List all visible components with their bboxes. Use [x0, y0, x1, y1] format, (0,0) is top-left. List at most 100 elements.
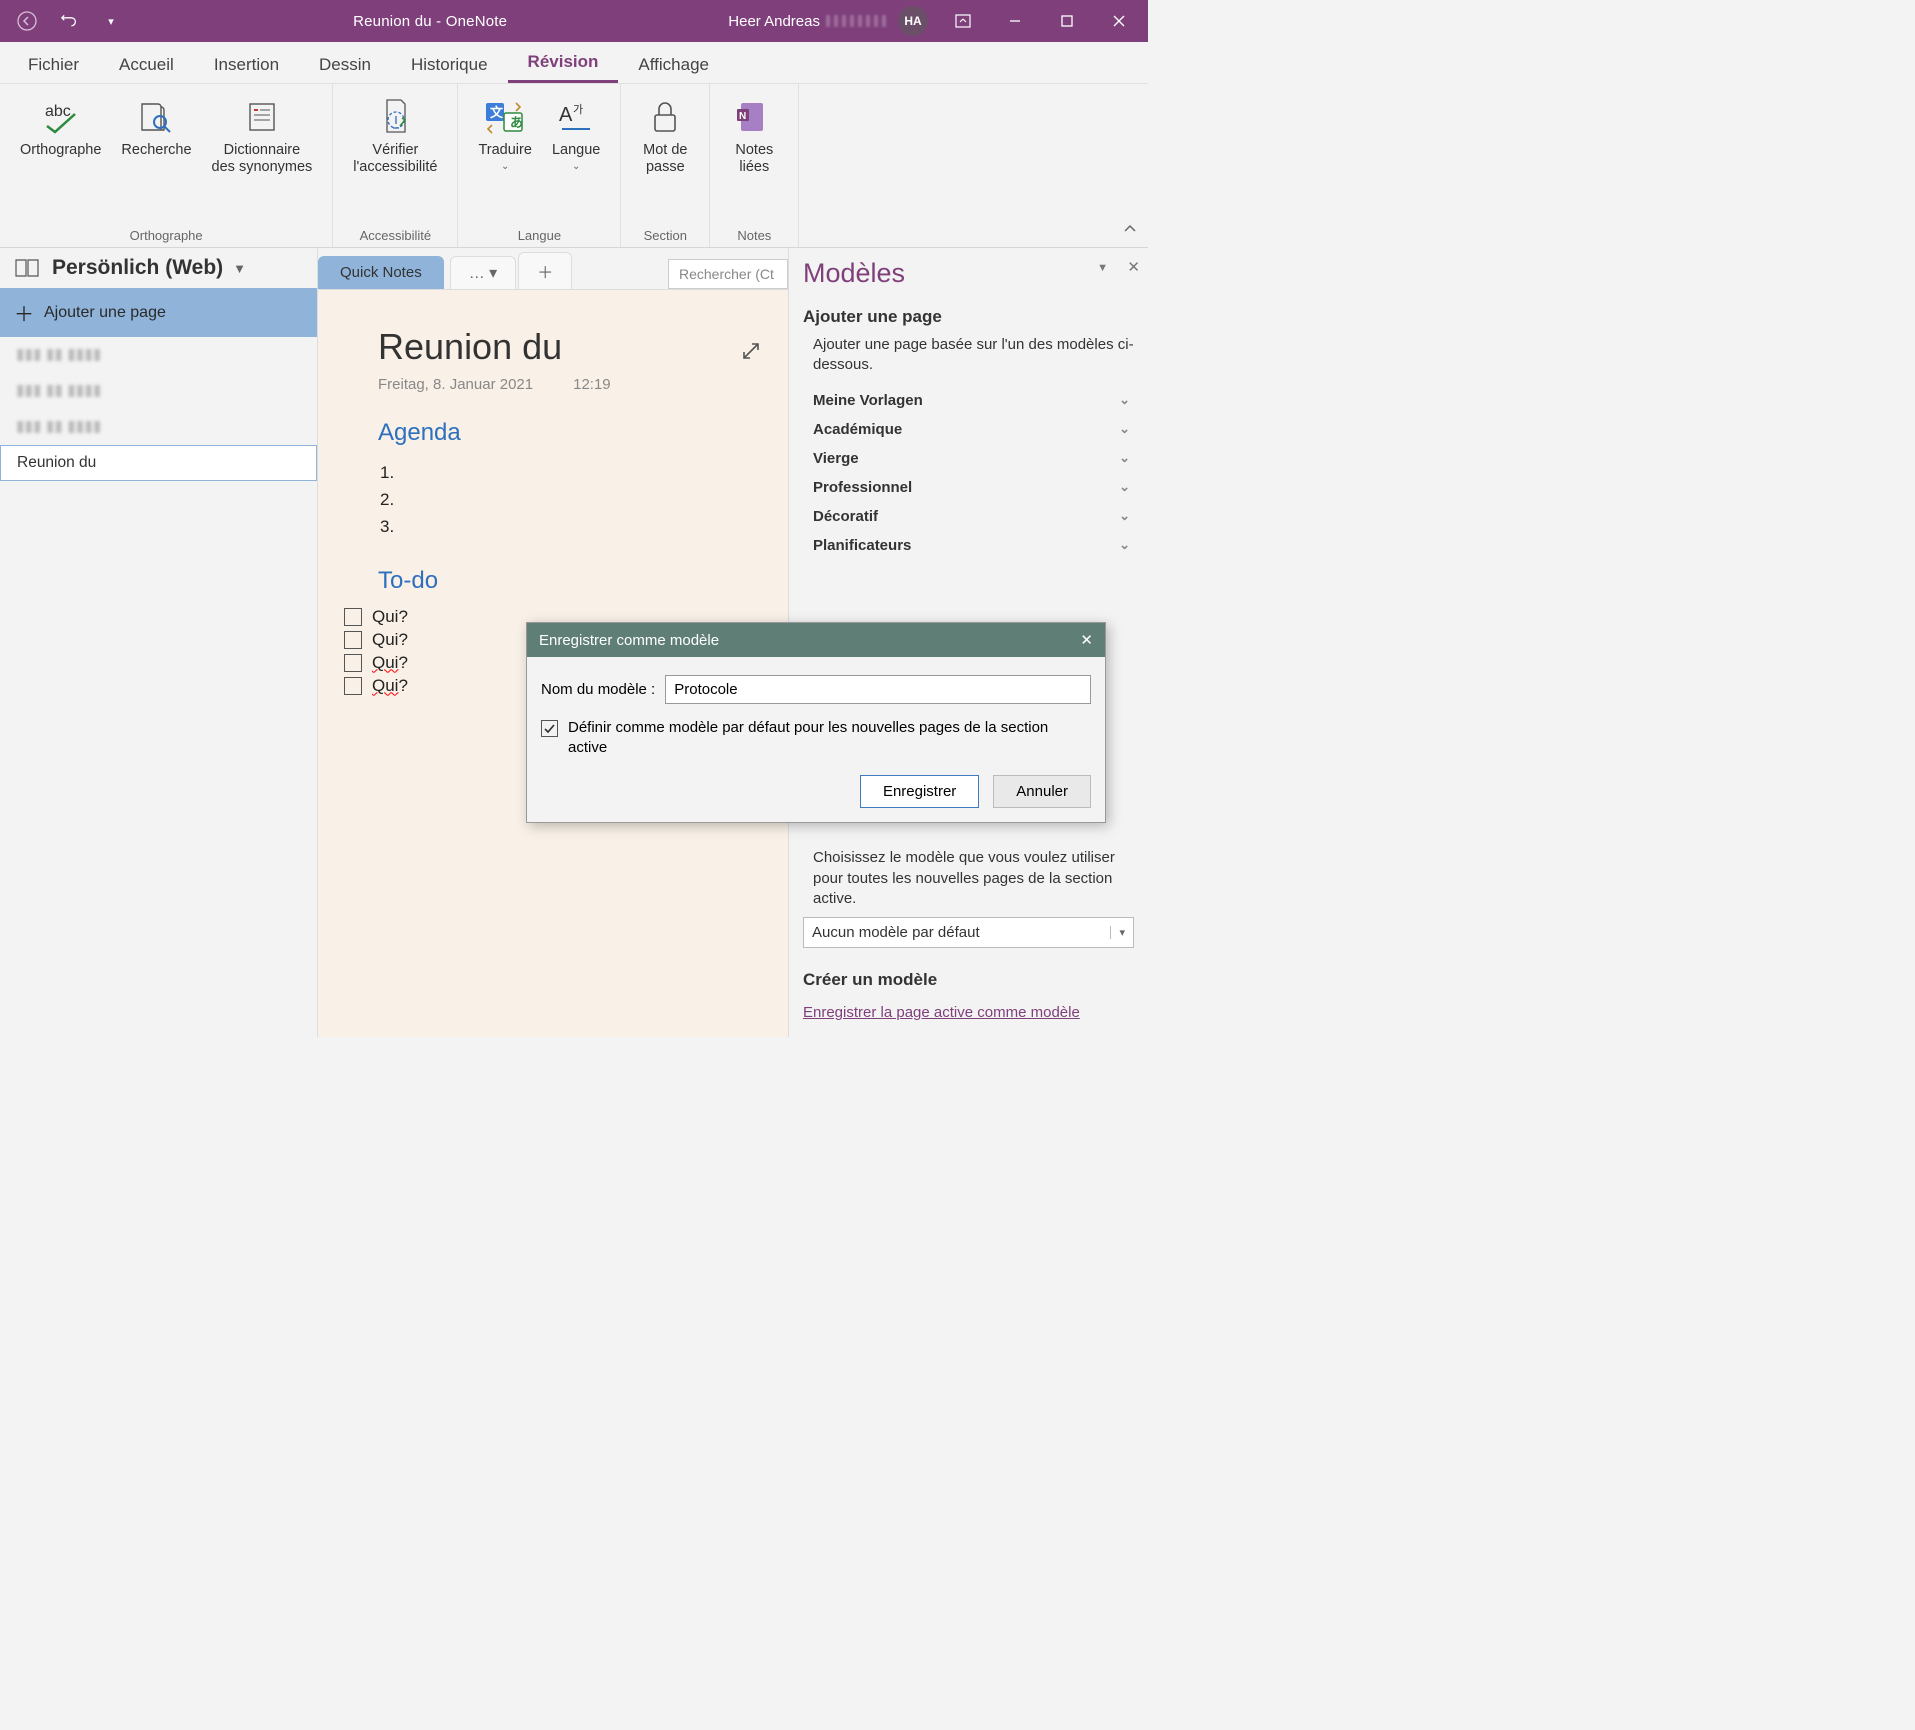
add-page-button[interactable]: ＋ Ajouter une page	[0, 288, 317, 337]
page-title[interactable]: Reunion du	[378, 326, 728, 368]
pane-options-button[interactable]: ▼	[1097, 262, 1108, 274]
chevron-down-icon: ⌄	[1119, 421, 1130, 437]
pane-close-button[interactable]: ✕	[1127, 258, 1140, 276]
ribbon-translate-button[interactable]: 文あTraduire⌄	[468, 88, 541, 226]
ribbon-recherche-button[interactable]: Recherche	[111, 88, 201, 226]
back-button[interactable]	[6, 0, 48, 42]
chevron-down-icon: ▾	[1110, 926, 1125, 939]
page-list-item[interactable]: Reunion du	[0, 445, 317, 481]
chevron-down-icon: ⌄	[572, 161, 580, 172]
dialog-close-button[interactable]: ✕	[1080, 631, 1093, 649]
ribbon-tab-accueil[interactable]: Accueil	[99, 47, 194, 83]
template-category[interactable]: Académique⌄	[803, 415, 1134, 444]
fullscreen-icon[interactable]	[740, 340, 762, 362]
todo-heading[interactable]: To-do	[378, 567, 728, 595]
checkbox-icon	[541, 720, 558, 737]
ribbon-tab-historique[interactable]: Historique	[391, 47, 508, 83]
templates-add-page-heading: Ajouter une page	[803, 307, 1134, 327]
dialog-titlebar: Enregistrer comme modèle ✕	[527, 623, 1105, 657]
ribbon-tab-fichier[interactable]: Fichier	[8, 47, 99, 83]
ribbon-accessibility-button[interactable]: Vérifierl'accessibilité	[343, 88, 447, 226]
chevron-down-icon: ⌄	[501, 161, 509, 172]
page-list-item[interactable]: ▮▮▮ ▮▮ ▮▮▮▮	[0, 373, 317, 409]
checkbox-icon[interactable]	[344, 608, 362, 626]
list-item[interactable]: 2.	[380, 486, 728, 513]
section-tab-quicknotes[interactable]: Quick Notes	[318, 256, 444, 289]
svg-text:あ: あ	[510, 115, 523, 130]
ribbon-orthographe-button[interactable]: abcOrthographe	[10, 88, 111, 226]
ribbon-group-accessibilité: Vérifierl'accessibilitéAccessibilité	[333, 84, 458, 247]
template-category[interactable]: Décoratif⌄	[803, 502, 1134, 531]
undo-button[interactable]	[48, 0, 90, 42]
search-input[interactable]: Rechercher (Ct	[668, 259, 788, 289]
ribbon-linked-notes-button[interactable]: NNotesliées	[720, 88, 788, 226]
agenda-list[interactable]: 1.2.3.	[380, 459, 728, 541]
template-name-label: Nom du modèle :	[541, 681, 655, 698]
notebook-name: Persönlich (Web)	[52, 256, 223, 280]
language-icon: A가	[552, 96, 600, 138]
translate-icon: 文あ	[481, 96, 529, 138]
user-name[interactable]: Heer Andreas	[728, 13, 820, 30]
template-category[interactable]: Planificateurs⌄	[803, 531, 1134, 560]
section-tab-more[interactable]: … ▾	[450, 256, 516, 289]
chevron-down-icon: ▼	[233, 261, 246, 276]
ribbon-tab-insertion[interactable]: Insertion	[194, 47, 299, 83]
ribbon-group-label: Section	[644, 226, 687, 245]
template-category[interactable]: Professionnel⌄	[803, 473, 1134, 502]
save-template-dialog: Enregistrer comme modèle ✕ Nom du modèle…	[526, 622, 1106, 823]
templates-create-heading: Créer un modèle	[803, 970, 1134, 990]
notebook-picker[interactable]: Persönlich (Web) ▼	[0, 248, 317, 288]
recherche-icon	[132, 96, 180, 138]
ribbon-group-langue: 文あTraduire⌄A가Langue⌄Langue	[458, 84, 621, 247]
user-email-redacted	[826, 15, 886, 27]
collapse-ribbon-button[interactable]	[1118, 217, 1142, 241]
minimize-button[interactable]	[992, 0, 1038, 42]
ribbon-group-label: Notes	[737, 226, 771, 245]
accessibility-icon	[371, 96, 419, 138]
agenda-heading[interactable]: Agenda	[378, 419, 728, 447]
ribbon-mode-button[interactable]	[940, 0, 986, 42]
template-category[interactable]: Vierge⌄	[803, 444, 1134, 473]
close-window-button[interactable]	[1096, 0, 1142, 42]
qat-more-button[interactable]: ▾	[90, 0, 132, 42]
title-bar: ▾ Reunion du - OneNote Heer Andreas HA	[0, 0, 1148, 42]
ribbon-tab-affichage[interactable]: Affichage	[618, 47, 729, 83]
ribbon-thesaurus-button[interactable]: Dictionnairedes synonymes	[202, 88, 323, 226]
page-list-item[interactable]: ▮▮▮ ▮▮ ▮▮▮▮	[0, 337, 317, 373]
ribbon-tab-dessin[interactable]: Dessin	[299, 47, 391, 83]
template-category[interactable]: Meine Vorlagen⌄	[803, 386, 1134, 415]
password-icon	[641, 96, 689, 138]
default-template-checkbox[interactable]: Définir comme modèle par défaut pour les…	[541, 718, 1091, 759]
list-item[interactable]: 3.	[380, 513, 728, 540]
plus-icon: ＋	[14, 298, 34, 327]
dialog-cancel-button[interactable]: Annuler	[993, 775, 1091, 808]
ribbon-group-label: Langue	[518, 226, 561, 245]
user-avatar[interactable]: HA	[898, 6, 928, 36]
template-name-input[interactable]	[665, 675, 1091, 704]
ribbon: abcOrthographeRechercheDictionnairedes s…	[0, 84, 1148, 248]
checkbox-icon[interactable]	[344, 654, 362, 672]
section-tabs: Quick Notes … ▾ ＋ Rechercher (Ct	[318, 248, 788, 290]
notebook-icon	[14, 257, 42, 279]
svg-text:文: 文	[490, 105, 504, 120]
ribbon-group-section: Mot depasseSection	[621, 84, 710, 247]
page-datetime: Freitag, 8. Januar 202112:19	[378, 376, 728, 393]
checkbox-icon[interactable]	[344, 677, 362, 695]
ribbon-tab-révision[interactable]: Révision	[508, 44, 619, 83]
svg-text:N: N	[739, 111, 746, 122]
add-section-button[interactable]: ＋	[518, 252, 572, 289]
ribbon-password-button[interactable]: Mot depasse	[631, 88, 699, 226]
dialog-save-button[interactable]: Enregistrer	[860, 775, 979, 808]
maximize-button[interactable]	[1044, 0, 1090, 42]
list-item[interactable]: 1.	[380, 459, 728, 486]
page-list-item[interactable]: ▮▮▮ ▮▮ ▮▮▮▮	[0, 409, 317, 445]
checkbox-icon[interactable]	[344, 631, 362, 649]
ribbon-language-button[interactable]: A가Langue⌄	[542, 88, 610, 226]
templates-add-page-desc: Ajouter une page basée sur l'un des modè…	[813, 335, 1134, 376]
save-as-template-link[interactable]: Enregistrer la page active comme modèle	[803, 1004, 1134, 1021]
chevron-down-icon: ⌄	[1119, 508, 1130, 524]
ribbon-group-label: Orthographe	[130, 226, 203, 245]
ribbon-tabs: FichierAccueilInsertionDessinHistoriqueR…	[0, 42, 1148, 84]
window-title: Reunion du - OneNote	[132, 13, 728, 30]
default-template-select[interactable]: Aucun modèle par défaut ▾	[803, 917, 1134, 948]
